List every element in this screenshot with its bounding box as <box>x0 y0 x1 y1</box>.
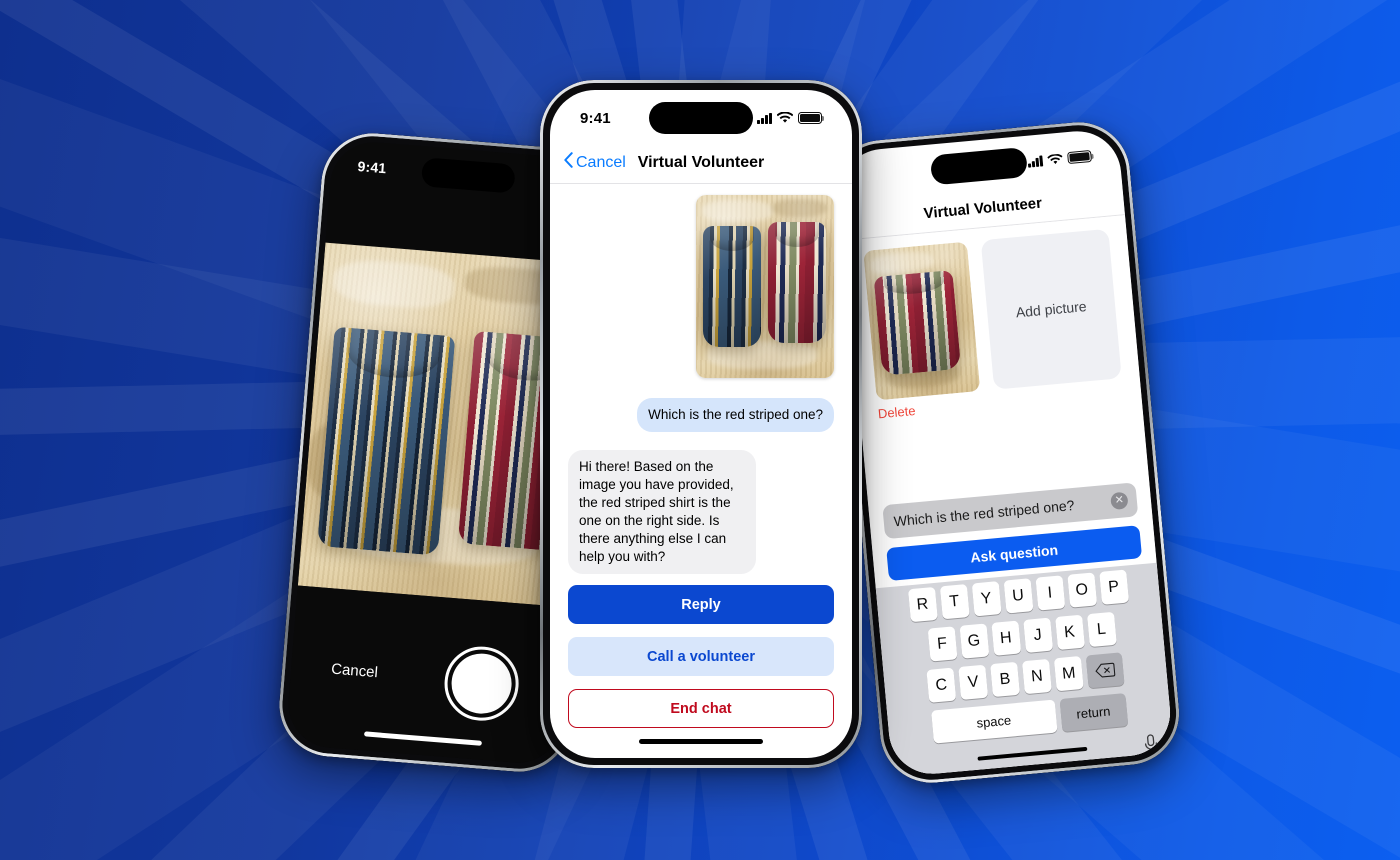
key-j[interactable]: J <box>1022 617 1053 653</box>
key-c[interactable]: C <box>926 667 957 703</box>
status-icons <box>757 112 825 124</box>
status-time: 9:41 <box>580 109 611 127</box>
key-k[interactable]: K <box>1054 614 1085 651</box>
chat-message-incoming: Hi there! Based on the image you have pr… <box>568 449 756 574</box>
end-chat-button[interactable]: End chat <box>568 689 834 728</box>
dynamic-island <box>929 146 1029 186</box>
add-picture-button[interactable]: Add picture <box>980 228 1122 390</box>
key-n[interactable]: N <box>1021 658 1052 695</box>
on-screen-keyboard: RTYUIOP FGHJKL CVBNM space return <box>875 562 1174 778</box>
chat-message-outgoing: Which is the red striped one? <box>637 398 834 432</box>
key-v[interactable]: V <box>958 664 989 700</box>
status-icons <box>1027 149 1093 168</box>
home-indicator <box>639 739 763 744</box>
status-time: 9:41 <box>357 158 388 177</box>
key-b[interactable]: B <box>990 661 1021 698</box>
key-u[interactable]: U <box>1003 578 1033 614</box>
key-m[interactable]: M <box>1053 655 1084 692</box>
key-o[interactable]: O <box>1066 572 1097 608</box>
key-p[interactable]: P <box>1098 569 1129 605</box>
cellular-signal-icon <box>1027 154 1044 168</box>
key-space[interactable]: space <box>930 699 1058 744</box>
key-l[interactable]: L <box>1086 611 1117 648</box>
key-r[interactable]: R <box>907 586 938 623</box>
cancel-button[interactable]: Cancel <box>564 152 626 173</box>
chat-transcript[interactable]: Which is the red striped one? Hi there! … <box>550 185 852 580</box>
chat-action-buttons: Reply Call a volunteer End chat <box>550 585 852 758</box>
page-title: Virtual Volunteer <box>637 153 765 171</box>
key-h[interactable]: H <box>990 620 1021 656</box>
key-t[interactable]: T <box>939 584 970 620</box>
phone-device-center-chat: 9:41 Cancel Virtual Volunteer Which is t… <box>540 80 862 768</box>
key-f[interactable]: F <box>927 626 958 662</box>
dynamic-island <box>649 102 753 134</box>
phone-device-right-keyboard: Virtual Volunteer Add picture Delete Whi… <box>826 117 1184 788</box>
attached-picture-thumbnail[interactable] <box>863 241 981 401</box>
reply-button[interactable]: Reply <box>568 585 834 624</box>
wifi-icon <box>777 112 793 124</box>
clear-icon[interactable]: ✕ <box>1110 491 1129 511</box>
key-backspace-icon[interactable] <box>1085 652 1125 689</box>
microphone-icon[interactable] <box>1142 733 1160 759</box>
chevron-left-icon <box>564 152 573 173</box>
dynamic-island <box>420 157 516 194</box>
phone-right-screen: Virtual Volunteer Add picture Delete Whi… <box>836 127 1174 778</box>
phone-center-screen: 9:41 Cancel Virtual Volunteer Which is t… <box>550 90 852 758</box>
key-g[interactable]: G <box>959 623 989 659</box>
key-i[interactable]: I <box>1034 575 1065 611</box>
cancel-button-label: Cancel <box>576 153 626 171</box>
battery-icon <box>1067 149 1093 165</box>
wifi-icon <box>1047 153 1063 165</box>
camera-shutter-button[interactable] <box>441 643 522 724</box>
battery-icon <box>798 112 825 124</box>
call-volunteer-button[interactable]: Call a volunteer <box>568 637 834 676</box>
page-title: Virtual Volunteer <box>922 194 1043 223</box>
picture-row: Add picture <box>844 215 1140 402</box>
key-y[interactable]: Y <box>971 581 1002 617</box>
camera-cancel-button[interactable]: Cancel <box>331 661 379 682</box>
key-return[interactable]: return <box>1059 693 1128 732</box>
chat-image-message[interactable] <box>696 195 834 378</box>
marketing-hero-stage: 9:41 Cancel Virtual Volunteer Add pictur… <box>0 0 1400 860</box>
cellular-signal-icon <box>757 112 772 124</box>
nav-bar-center: Cancel Virtual Volunteer <box>550 142 852 184</box>
